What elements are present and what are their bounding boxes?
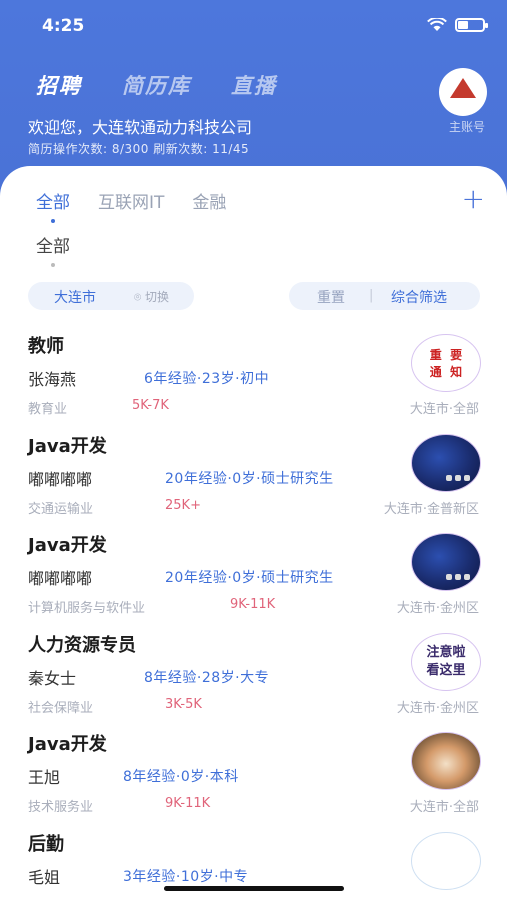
empty-avatar xyxy=(411,831,481,890)
category-finance[interactable]: 金融 xyxy=(192,188,226,213)
candidate-meta: 8年经验·0岁·本科 xyxy=(123,769,239,786)
job-title: 教师 xyxy=(28,336,64,357)
candidate-meta: 20年经验·0岁·硕士研究生 xyxy=(165,570,334,587)
tab-live[interactable]: 直播 xyxy=(231,70,277,100)
salary: 9K-11K xyxy=(165,796,211,812)
category-tabs: 全部 互联网IT 金融 xyxy=(36,188,226,223)
sign-char: 知 xyxy=(450,365,463,379)
job-title: Java开发 xyxy=(28,435,107,457)
list-item[interactable]: Java开发 嘟嘟嘟嘟 20年经验·0岁·硕士研究生 交通运输业 25K+ 大连… xyxy=(0,426,507,526)
candidate-meta: 6年经验·23岁·初中 xyxy=(144,371,270,387)
subcategory-all[interactable]: 全部 xyxy=(36,232,70,267)
category-internet-it[interactable]: 互联网IT xyxy=(98,188,164,213)
notice-image: 注意啦 看这里 xyxy=(411,632,481,691)
location: 大连市·全部 xyxy=(409,800,479,816)
usage-stats: 简历操作次数: 8/300 刷新次数: 11/45 xyxy=(28,142,250,156)
status-icons xyxy=(427,18,488,32)
candidate-meta: 8年经验·28岁·大专 xyxy=(144,669,270,686)
filter-bar: 重置 | 综合筛选 xyxy=(289,282,480,310)
sign-char: 通 xyxy=(429,365,442,379)
welcome-text: 欢迎您，大连软通动力科技公司 xyxy=(28,118,253,137)
job-title: Java开发 xyxy=(28,535,107,557)
job-title: 后勤 xyxy=(28,833,64,855)
logo-icon xyxy=(450,78,476,98)
add-category-icon[interactable]: + xyxy=(462,182,485,215)
industry: 交通运输业 xyxy=(28,501,94,517)
candidate-name: 嘟嘟嘟嘟 xyxy=(28,569,93,589)
industry: 社会保障业 xyxy=(28,700,94,716)
cat-photo xyxy=(411,732,481,791)
wifi-icon xyxy=(427,18,447,32)
job-title: Java开发 xyxy=(28,734,107,756)
sign-char: 重 xyxy=(429,348,442,362)
list-item[interactable]: Java开发 嘟嘟嘟嘟 20年经验·0岁·硕士研究生 计算机服务与软件业 9K-… xyxy=(0,525,507,625)
reset-button[interactable]: 重置 xyxy=(317,287,345,307)
candidate-name: 嘟嘟嘟嘟 xyxy=(28,469,93,489)
content-panel: 全部 互联网IT 金融 + 全部 大连市 ⌾ 切换 重置 | 综合筛选 教师 张… xyxy=(0,166,507,900)
location: 大连市·金州区 xyxy=(396,700,479,716)
location: 大连市·金州区 xyxy=(396,601,479,617)
status-bar: 4:25 xyxy=(0,10,507,40)
candidate-name: 毛姐 xyxy=(28,867,61,887)
industry: 技术服务业 xyxy=(28,800,94,816)
main-account-label[interactable]: 主账号 xyxy=(449,118,485,135)
salary: 9K-11K xyxy=(230,597,276,613)
candidate-meta: 3年经验·10岁·中专 xyxy=(123,868,249,885)
notice-sign-image: 重 要 通 知 xyxy=(411,334,481,392)
status-time: 4:25 xyxy=(42,16,85,36)
list-item[interactable]: Java开发 王旭 8年经验·0岁·本科 技术服务业 9K-11K 大连市·全部 xyxy=(0,724,507,824)
salary: 5K-7K xyxy=(132,398,169,413)
category-all[interactable]: 全部 xyxy=(36,188,70,223)
location-pin-icon: ⌾ 切换 xyxy=(134,290,170,304)
city-name: 大连市 xyxy=(54,290,96,306)
tab-recruit[interactable]: 招聘 xyxy=(36,70,82,100)
location: 大连市·全部 xyxy=(409,402,479,417)
switch-label: 切换 xyxy=(145,290,170,304)
main-tabs: 招聘 简历库 直播 xyxy=(36,70,277,100)
sign-char: 要 xyxy=(450,348,463,362)
battery-icon xyxy=(455,18,488,32)
candidate-list: 教师 张海燕 6年经验·23岁·初中 教育业 5K-7K 大连市·全部 重 要 … xyxy=(0,326,507,900)
notice-line: 注意啦 xyxy=(426,644,466,660)
tab-resume-library[interactable]: 简历库 xyxy=(122,70,191,100)
salary: 3K-5K xyxy=(165,696,202,712)
filter-divider: | xyxy=(369,288,374,303)
phone-wallpaper-image xyxy=(411,533,481,592)
combined-filter-button[interactable]: 综合筛选 xyxy=(391,287,447,307)
notice-line: 看这里 xyxy=(426,662,466,678)
city-selector[interactable]: 大连市 ⌾ 切换 xyxy=(28,282,194,310)
company-avatar[interactable] xyxy=(439,68,487,116)
list-item[interactable]: 人力资源专员 秦女士 8年经验·28岁·大专 社会保障业 3K-5K 大连市·金… xyxy=(0,625,507,725)
industry: 教育业 xyxy=(28,402,68,417)
candidate-meta: 20年经验·0岁·硕士研究生 xyxy=(165,470,334,487)
phone-wallpaper-image xyxy=(411,433,481,492)
candidate-name: 张海燕 xyxy=(28,370,77,389)
job-title: 人力资源专员 xyxy=(28,634,136,656)
candidate-name: 王旭 xyxy=(28,768,61,788)
location: 大连市·金普新区 xyxy=(383,501,479,517)
list-item[interactable]: 教师 张海燕 6年经验·23岁·初中 教育业 5K-7K 大连市·全部 重 要 … xyxy=(0,326,507,426)
candidate-name: 秦女士 xyxy=(28,668,77,688)
industry: 计算机服务与软件业 xyxy=(28,601,146,617)
salary: 25K+ xyxy=(165,497,201,513)
home-indicator[interactable] xyxy=(164,886,344,891)
